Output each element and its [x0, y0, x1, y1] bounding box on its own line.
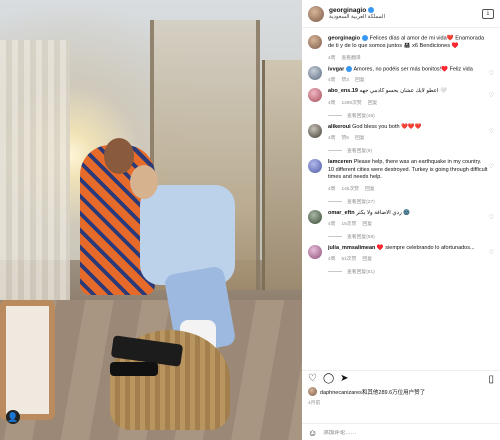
- translate-link[interactable]: 查看翻译: [341, 56, 360, 61]
- reply-button[interactable]: 回复: [365, 187, 375, 192]
- comment-time: 4周: [328, 221, 336, 227]
- heart-icon[interactable]: ♡: [489, 159, 494, 204]
- comment-text: Please help, there was an earthquake in …: [328, 159, 488, 181]
- verified-icon: [346, 65, 353, 72]
- post-photo[interactable]: 👤: [0, 0, 302, 440]
- header-user: georginagio المملكة العربية السعودية: [324, 7, 385, 21]
- avatar[interactable]: [308, 88, 322, 103]
- comment-icon[interactable]: ◯: [323, 374, 334, 384]
- view-replies-button[interactable]: 查看回复(27): [328, 198, 488, 205]
- avatar[interactable]: [308, 244, 322, 259]
- comment-text: اعطو لايك عشان يحسو كادمي جهه 🤍: [359, 88, 447, 95]
- comment-time: 4周: [328, 186, 336, 192]
- comment-time: 4周: [328, 136, 336, 142]
- comment-username[interactable]: alikeroui: [328, 124, 351, 130]
- reply-button[interactable]: 回复: [362, 257, 372, 262]
- heart-icon[interactable]: ♡: [489, 245, 494, 275]
- reply-button[interactable]: 回复: [362, 222, 372, 227]
- add-comment-bar: ☺: [302, 423, 500, 440]
- comment-text: God bless you both ❤️❤️❤️: [352, 123, 422, 130]
- avatar[interactable]: [308, 159, 322, 174]
- list-item: abo_ens.19 اعطو لايك عشان يحسو كادمي جهه…: [302, 83, 500, 119]
- post-footer: ♡ ◯ ➤ ▯ daphnecanizares和其他289.6万位用户赞了 4月…: [302, 370, 500, 440]
- view-replies-button[interactable]: 查看回复(59): [328, 233, 488, 240]
- reply-button[interactable]: 回复: [355, 78, 365, 83]
- photo-chair: [0, 300, 55, 420]
- comment-username[interactable]: julia_mmsalimean: [328, 245, 375, 251]
- header-username[interactable]: georginagio: [329, 7, 366, 14]
- comment-text: Amores, no podéis ser más bonitos!♥️ Fel…: [353, 66, 473, 73]
- caption-time: 4周: [328, 55, 336, 61]
- avatar[interactable]: [308, 123, 322, 138]
- comment-input[interactable]: [323, 429, 474, 436]
- reply-button[interactable]: 回复: [368, 101, 378, 106]
- avatar: [308, 387, 317, 396]
- view-replies-button[interactable]: 查看回复(9): [328, 147, 488, 154]
- post-header: georginagio المملكة العربية السعودية ⤓: [302, 0, 500, 28]
- heart-icon[interactable]: ♡: [489, 124, 494, 154]
- like-icon[interactable]: ♡: [308, 374, 317, 384]
- verified-icon: [368, 6, 375, 13]
- list-item: ivvgar Amores, no podéis ser más bonitos…: [302, 61, 500, 84]
- view-replies-button[interactable]: 查看回复(49): [328, 112, 488, 119]
- download-icon[interactable]: ⤓: [482, 8, 494, 19]
- comment-username[interactable]: lamceren: [328, 159, 352, 165]
- post-date: 4月前: [308, 401, 321, 406]
- likes-summary[interactable]: daphnecanizares和其他289.6万位用户赞了: [302, 387, 500, 396]
- comments-list[interactable]: georginagio Felices días al amor de mi v…: [302, 30, 500, 370]
- photo-phone: [110, 362, 158, 376]
- liked-by-text[interactable]: daphnecanizares和其他289.6万位用户赞了: [320, 388, 425, 396]
- avatar[interactable]: [308, 65, 322, 80]
- heart-icon[interactable]: ♡: [489, 66, 494, 84]
- photo-person-head: [130, 165, 158, 199]
- avatar[interactable]: [308, 35, 322, 49]
- list-item: omar_eftn ردي الاضافة ولا بكثر 🌚 4周 15次赞 回…: [302, 205, 500, 240]
- comment-likes[interactable]: 赞6: [341, 136, 348, 141]
- emoji-icon[interactable]: ☺: [308, 428, 317, 438]
- post-sidebar: georginagio المملكة العربية السعودية ⤓ g…: [302, 0, 500, 440]
- tagged-user-icon[interactable]: 👤: [6, 410, 20, 424]
- heart-icon[interactable]: ♡: [489, 88, 494, 118]
- photo-person-head: [104, 138, 134, 174]
- list-item: julia_mmsalimean ♥️ siempre celebrando l…: [302, 240, 500, 275]
- comment-text: ♥️ siempre celebrando lo afortunados...: [376, 244, 475, 251]
- verified-icon: [362, 35, 369, 41]
- comment-text: ردي الاضافة ولا بكثر 🌚: [356, 209, 411, 216]
- share-icon[interactable]: ➤: [340, 374, 348, 384]
- comment-time: 4周: [328, 100, 336, 106]
- comment-likes[interactable]: 赞3: [341, 78, 348, 83]
- post-caption: georginagio Felices días al amor de mi v…: [302, 30, 500, 61]
- avatar[interactable]: [308, 209, 322, 224]
- comment-likes[interactable]: 15次赞: [341, 222, 356, 227]
- avatar[interactable]: [308, 5, 324, 22]
- list-item: lamceren Please help, there was an earth…: [302, 154, 500, 205]
- list-item: alikeroui God bless you both ❤️❤️❤️ 4周 赞6…: [302, 119, 500, 154]
- comment-time: 4周: [328, 257, 336, 263]
- bookmark-icon[interactable]: ▯: [488, 374, 494, 385]
- comment-likes[interactable]: 145次赞: [341, 187, 359, 192]
- photo-curtain: [0, 40, 70, 320]
- comment-time: 4周: [328, 78, 336, 84]
- comment-likes[interactable]: 1490次赞: [341, 101, 361, 106]
- action-bar: ♡ ◯ ➤ ▯: [302, 371, 500, 387]
- comment-username[interactable]: abo_ens.19: [328, 88, 358, 94]
- comment-username[interactable]: ivvgar: [328, 66, 344, 72]
- comment-username[interactable]: omar_eftn: [328, 210, 355, 216]
- heart-icon[interactable]: ♡: [489, 210, 494, 240]
- photo-window: [262, 60, 302, 290]
- comment-likes[interactable]: 51次赞: [341, 257, 356, 262]
- reply-button[interactable]: 回复: [355, 136, 365, 141]
- header-location[interactable]: المملكة العربية السعودية: [329, 14, 385, 20]
- caption-username[interactable]: georginagio: [328, 35, 360, 41]
- view-replies-button[interactable]: 查看回复(51): [328, 268, 488, 275]
